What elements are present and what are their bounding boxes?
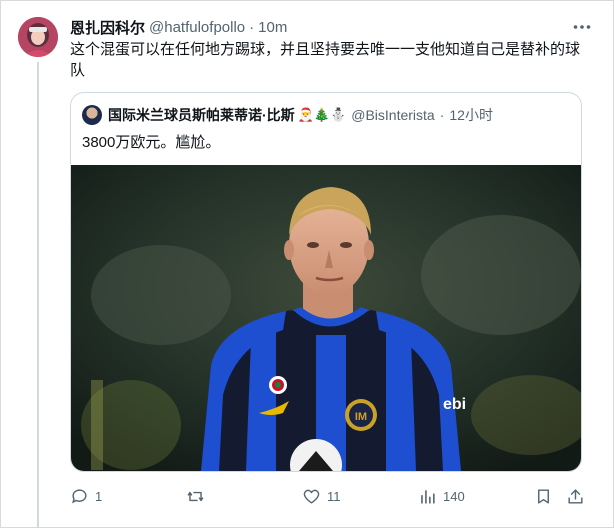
player-photo[interactable]: IM ebi (71, 165, 581, 471)
like-count: 11 (327, 488, 341, 504)
timestamp[interactable]: 10m (258, 19, 287, 36)
thread-line (37, 62, 39, 528)
tweet-actions: 1 11 140 (70, 484, 590, 508)
reply-count: 1 (95, 488, 103, 504)
bookmark-icon (538, 488, 549, 504)
display-name[interactable]: 恩扎因科尔 (70, 17, 145, 38)
views-count: 140 (443, 488, 465, 504)
quoted-tweet-header: 国际米兰球员斯帕莱蒂诺·比斯 🎅🎄⛄ @BisInterista · 12小时 (82, 105, 571, 125)
reply-icon (72, 488, 87, 503)
quoted-user-handle: @BisInterista (351, 107, 435, 123)
retweet-button[interactable] (186, 484, 211, 508)
tweet-text: 这个混蛋可以在任何地方踢球，并且坚持要去唯一一支他知道自己是替补的球队 (70, 41, 581, 79)
quoted-tweet[interactable]: 国际米兰球员斯帕莱蒂诺·比斯 🎅🎄⛄ @BisInterista · 12小时 … (70, 92, 582, 472)
user-handle[interactable]: @hatfulofpollo (149, 19, 245, 36)
reply-button[interactable]: 1 (70, 484, 102, 508)
avatar[interactable] (18, 17, 58, 57)
share-button[interactable] (566, 484, 591, 508)
heart-icon (303, 489, 320, 504)
bookmark-button[interactable] (534, 484, 559, 508)
quoted-tweet-text: 3800万欧元。尴尬。 (82, 134, 221, 151)
share-icon (568, 488, 583, 504)
retweet-icon (187, 491, 204, 501)
like-button[interactable]: 11 (302, 484, 341, 508)
more-horizontal-icon[interactable] (572, 19, 592, 35)
separator-dot: · (249, 18, 255, 36)
views-chart-icon (421, 489, 435, 504)
quoted-name-emojis: 🎅🎄⛄ (297, 107, 347, 122)
svg-text:ebi: ebi (443, 396, 466, 413)
quoted-display-name: 国际米兰球员斯帕莱蒂诺·比斯 (108, 107, 295, 123)
quoted-separator-dot: · (439, 107, 445, 123)
tweet-header: 恩扎因科尔 @hatfulofpollo · 10m (70, 17, 594, 37)
quoted-timestamp: 12小时 (449, 107, 493, 123)
svg-text:IM: IM (355, 411, 367, 423)
views-button[interactable]: 140 (418, 484, 465, 508)
quoted-avatar (82, 105, 102, 125)
